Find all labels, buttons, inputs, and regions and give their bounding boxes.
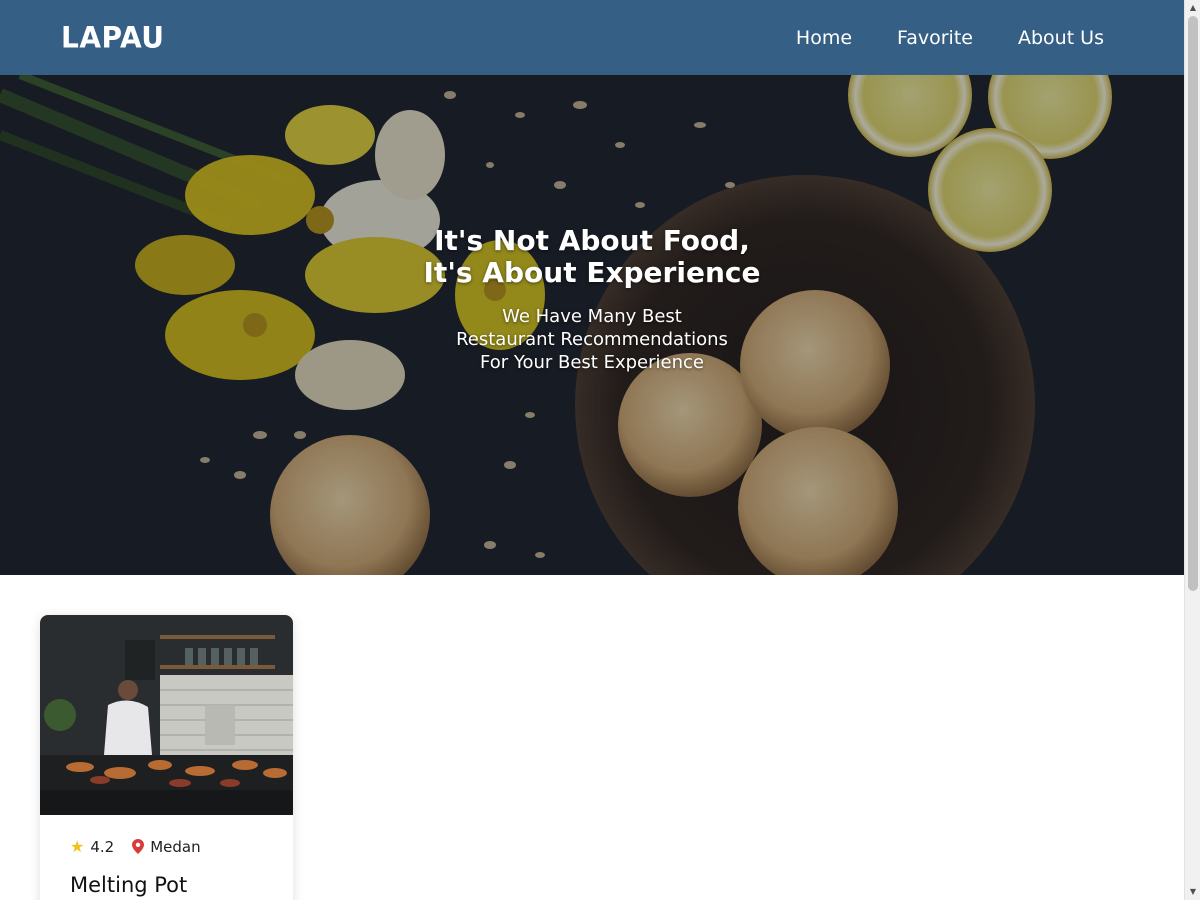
- hero-subtitle-line: For Your Best Experience: [480, 352, 704, 373]
- card-meta: ★ 4.2 Medan: [70, 837, 263, 856]
- card-body: ★ 4.2 Medan Melting Pot: [40, 815, 293, 897]
- restaurant-card[interactable]: ★ 4.2 Medan Melting Pot: [40, 615, 293, 900]
- logo[interactable]: LAPAU: [61, 20, 165, 55]
- nav-home-link[interactable]: Home: [796, 25, 852, 51]
- location-pin-icon: [132, 839, 145, 854]
- hero-title: It's Not About Food, It's About Experien…: [0, 225, 1184, 289]
- nav-favorite-link[interactable]: Favorite: [897, 25, 973, 51]
- restaurant-name[interactable]: Melting Pot: [70, 873, 263, 897]
- hero-text: It's Not About Food, It's About Experien…: [0, 225, 1184, 374]
- hero-title-line: It's Not About Food,: [434, 224, 750, 257]
- hero-subtitle: We Have Many Best Restaurant Recommendat…: [0, 305, 1184, 374]
- scroll-down-arrow-icon[interactable]: ▼: [1185, 884, 1200, 900]
- restaurant-image: [40, 615, 293, 815]
- hero-subtitle-line: Restaurant Recommendations: [456, 329, 728, 350]
- restaurant-list: ★ 4.2 Medan Melting Pot: [0, 575, 1184, 900]
- star-icon: ★: [70, 837, 85, 856]
- main-nav: Home Favorite About Us: [796, 25, 1104, 51]
- app-header: LAPAU Home Favorite About Us: [0, 0, 1184, 75]
- scroll-up-arrow-icon[interactable]: ▲: [1185, 0, 1200, 16]
- nav-about-link[interactable]: About Us: [1018, 25, 1104, 51]
- hero-section: It's Not About Food, It's About Experien…: [0, 75, 1184, 575]
- rating-value: 4.2: [90, 837, 115, 856]
- hero-subtitle-line: We Have Many Best: [502, 306, 682, 327]
- city-label: Medan: [150, 837, 201, 856]
- page-scrollbar[interactable]: ▲ ▼: [1184, 0, 1200, 900]
- hero-title-line: It's About Experience: [423, 256, 761, 289]
- scroll-thumb[interactable]: [1188, 16, 1198, 591]
